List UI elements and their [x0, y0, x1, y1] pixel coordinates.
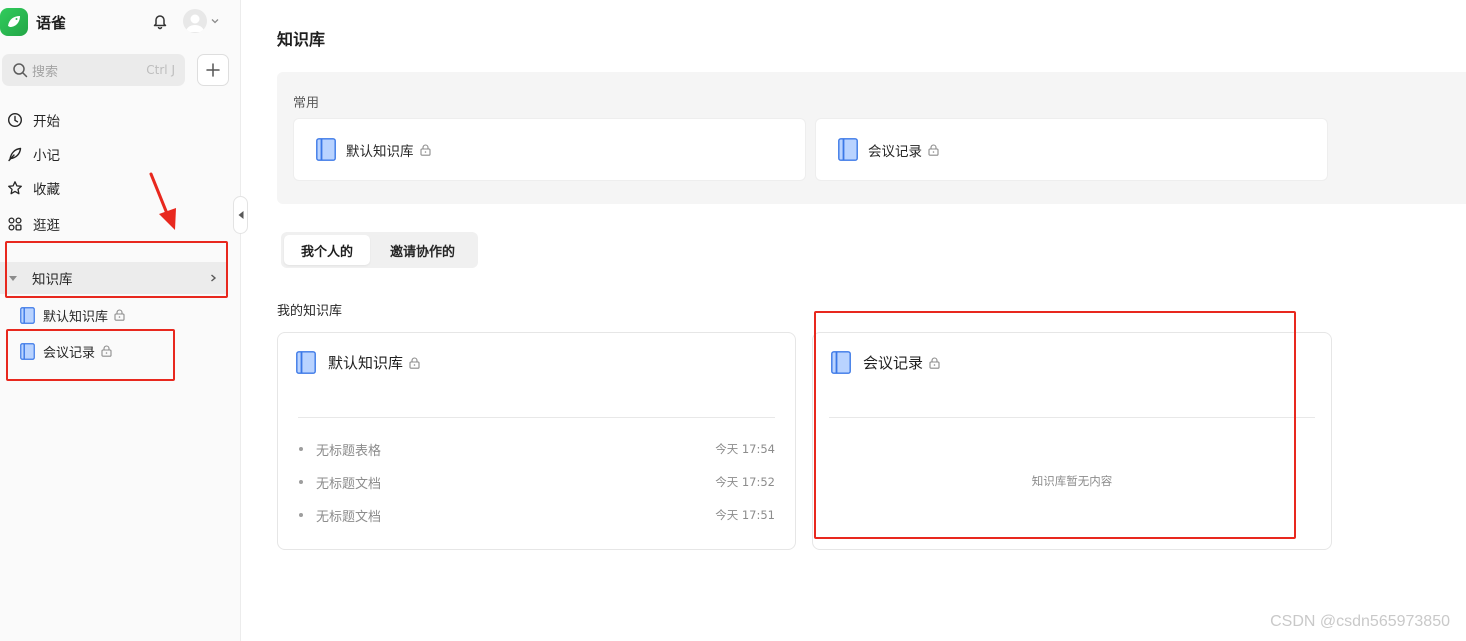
bullet-icon: [299, 447, 303, 451]
common-card-meeting[interactable]: 会议记录: [815, 118, 1328, 181]
kb-card-meeting[interactable]: 会议记录 知识库暂无内容: [812, 332, 1332, 550]
divider: [829, 417, 1315, 418]
kb-card-head: 默认知识库: [296, 351, 420, 374]
doc-row[interactable]: 无标题文档 今天 17:52: [298, 472, 775, 492]
nav-item-favorites[interactable]: 收藏: [0, 172, 240, 204]
lock-icon: [928, 143, 939, 156]
book-icon: [831, 351, 851, 374]
nav-label: 开始: [33, 114, 60, 130]
kb-card-head: 会议记录: [831, 351, 940, 374]
section-title: 我的知识库: [277, 304, 343, 319]
doc-title: 无标题表格: [316, 443, 382, 459]
brand[interactable]: 语雀: [0, 8, 66, 36]
sidebar: 语雀 搜索 Ctrl J 开始 小记 收藏 逛逛 知识库 默认知识库 会议记录: [0, 0, 241, 641]
user-menu[interactable]: [183, 9, 220, 33]
kb-card-default[interactable]: 默认知识库 无标题表格 今天 17:54 无标题文档 今天 17:52 无标题文…: [277, 332, 796, 550]
divider: [298, 417, 775, 418]
lock-icon: [929, 356, 940, 369]
lock-icon: [114, 309, 125, 321]
sidebar-kb-item-default[interactable]: 默认知识库: [20, 302, 125, 328]
lock-icon: [101, 345, 112, 357]
grid-icon: [7, 216, 23, 232]
tab-collaborating[interactable]: 邀请协作的: [370, 235, 475, 265]
common-card-name: 会议记录: [868, 143, 922, 160]
clock-icon: [7, 112, 23, 128]
search-shortcut: Ctrl J: [146, 63, 175, 77]
empty-state-text: 知识库暂无内容: [1031, 474, 1113, 488]
doc-title: 无标题文档: [316, 509, 382, 525]
nav-label: 小记: [33, 148, 60, 164]
page-title: 知识库: [277, 30, 326, 49]
app-name: 语雀: [36, 13, 67, 32]
sidebar-kb-item-meeting[interactable]: 会议记录: [20, 338, 112, 364]
lock-icon: [419, 143, 431, 156]
bullet-icon: [299, 480, 303, 484]
yuque-logo-icon: [0, 8, 28, 36]
doc-time: 今天 17:54: [715, 442, 775, 456]
common-card-default[interactable]: 默认知识库: [293, 118, 806, 181]
book-icon: [316, 138, 336, 161]
book-icon: [296, 351, 316, 374]
book-icon: [838, 138, 858, 161]
sidebar-kb-label: 知识库: [32, 272, 73, 288]
nav-item-notes[interactable]: 小记: [0, 138, 240, 170]
common-label: 常用: [293, 96, 320, 111]
caret-left-icon: [238, 211, 243, 219]
annotation-arrow-icon: [149, 172, 176, 230]
sidebar-kb-item-label: 会议记录: [43, 345, 96, 361]
feather-icon: [7, 146, 23, 162]
search-placeholder: 搜索: [32, 64, 59, 80]
lock-icon: [409, 356, 420, 369]
bullet-icon: [299, 513, 303, 517]
chevron-right-icon[interactable]: [208, 273, 218, 283]
common-card-name: 默认知识库: [346, 143, 414, 160]
book-icon: [20, 306, 35, 324]
sidebar-kb-header[interactable]: 知识库: [0, 262, 226, 294]
doc-row[interactable]: 无标题表格 今天 17:54: [298, 439, 775, 459]
kb-card-name: 默认知识库: [328, 354, 404, 372]
watermark: CSDN @csdn565973850: [1270, 613, 1450, 630]
nav-label: 收藏: [33, 182, 60, 198]
common-section: 常用 默认知识库 会议记录: [277, 72, 1466, 204]
nav-item-explore[interactable]: 逛逛: [0, 208, 240, 240]
plus-icon: [206, 63, 220, 77]
doc-title: 无标题文档: [316, 476, 382, 492]
search-input[interactable]: 搜索 Ctrl J: [2, 54, 185, 86]
kb-card-name: 会议记录: [863, 354, 924, 372]
sidebar-kb-item-label: 默认知识库: [43, 309, 109, 325]
doc-time: 今天 17:52: [715, 475, 775, 489]
search-icon: [13, 63, 28, 78]
caret-down-icon: [9, 276, 17, 281]
tab-personal[interactable]: 我个人的: [284, 235, 370, 265]
book-icon: [20, 342, 35, 360]
chevron-down-icon: [211, 19, 219, 24]
sidebar-collapse-button[interactable]: [233, 196, 248, 234]
nav-item-start[interactable]: 开始: [0, 104, 240, 136]
star-icon: [7, 180, 23, 196]
add-button[interactable]: [197, 54, 229, 86]
nav-label: 逛逛: [33, 218, 60, 234]
doc-time: 今天 17:51: [715, 508, 775, 522]
avatar: [183, 9, 207, 33]
bell-icon[interactable]: [151, 12, 169, 30]
kb-tabs: 我个人的 邀请协作的: [281, 232, 478, 268]
doc-row[interactable]: 无标题文档 今天 17:51: [298, 505, 775, 525]
